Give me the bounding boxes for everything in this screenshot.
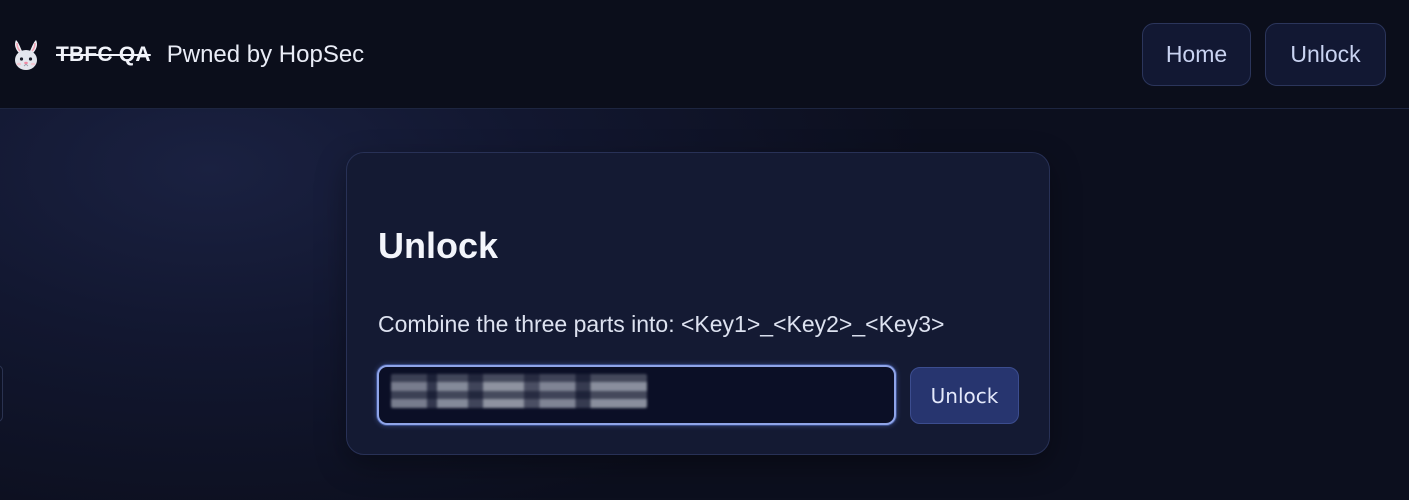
instructions-text: Combine the three parts into: <Key1>_<Ke… xyxy=(378,311,945,337)
brand-tagline: Pwned by HopSec xyxy=(166,41,365,68)
card-title: Unlock xyxy=(378,225,499,266)
bunny-icon xyxy=(15,40,37,70)
key-input[interactable] xyxy=(377,365,896,425)
nav-unlock-button[interactable]: Unlock xyxy=(1265,23,1386,86)
brand: TBFC QA Pwned by HopSec xyxy=(10,38,364,72)
top-nav-bar: TBFC QA Pwned by HopSec Home Unlock xyxy=(0,0,1409,109)
nav-home-button[interactable]: Home xyxy=(1142,23,1251,86)
unlock-submit-button[interactable]: Unlock xyxy=(910,367,1019,424)
side-handle xyxy=(0,365,3,422)
unlock-card: Unlock Combine the three parts into: <Ke… xyxy=(346,152,1050,455)
brand-old-name: TBFC QA xyxy=(56,43,151,66)
